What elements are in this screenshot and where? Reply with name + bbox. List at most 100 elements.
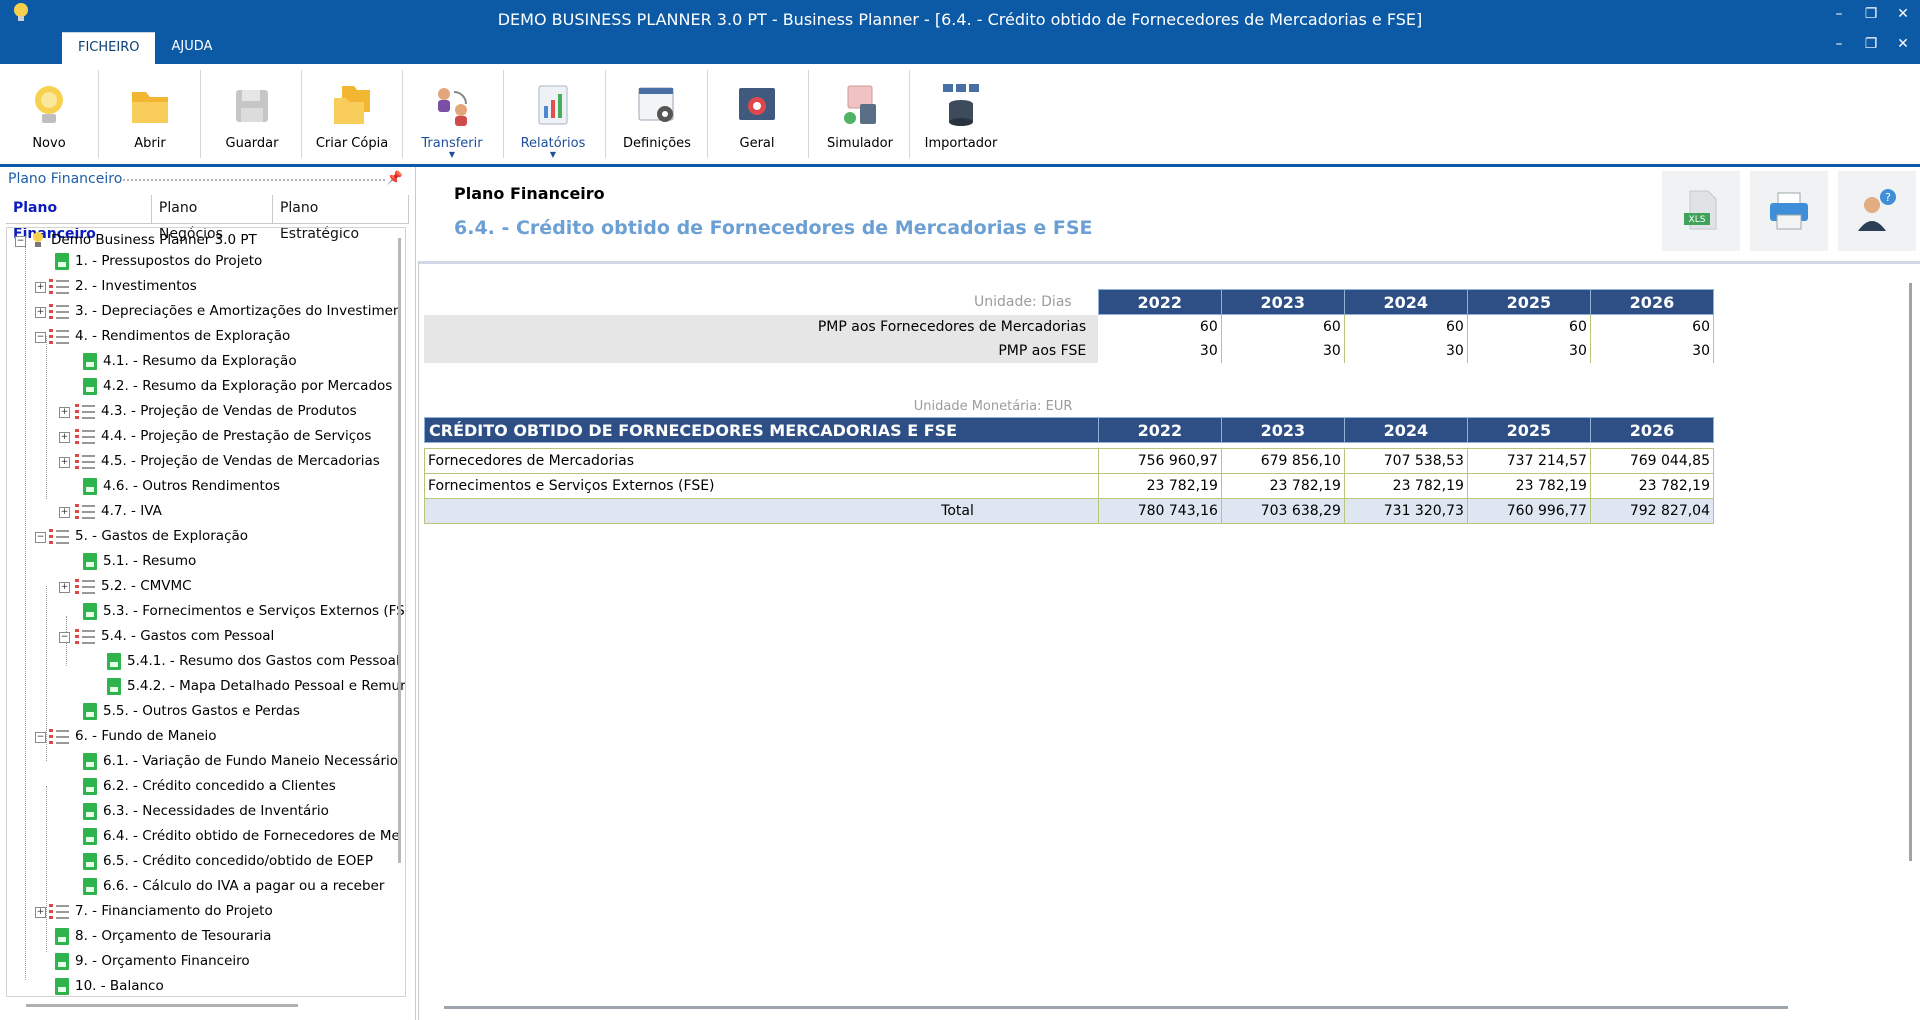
value-cell[interactable]: 737 214,57 xyxy=(1467,448,1591,474)
tree-item-4-5[interactable]: 4.5. - Projeção de Vendas de Mercadorias xyxy=(75,449,380,474)
main-horizontal-scrollbar[interactable] xyxy=(444,1006,1788,1009)
tree-item-6-4[interactable]: 6.4. - Crédito obtido de Fornecedores de… xyxy=(83,824,400,849)
row-label: PMP aos Fornecedores de Mercadorias xyxy=(424,314,1099,339)
tree-item-8[interactable]: 8. - Orçamento de Tesouraria xyxy=(55,924,271,949)
tree-item-5-5[interactable]: 5.5. - Outros Gastos e Perdas xyxy=(83,699,300,724)
value-cell[interactable]: 60 xyxy=(1221,314,1345,339)
unit-label-currency: Unidade Monetária: EUR xyxy=(913,398,1073,414)
tree-horizontal-scrollbar[interactable] xyxy=(26,1004,298,1007)
tree-item-10[interactable]: 10. - Balanco xyxy=(55,974,164,996)
tree-item-4-3[interactable]: 4.3. - Projeção de Vendas de Produtos xyxy=(75,399,357,424)
tree-collapse-toggle[interactable]: − xyxy=(35,732,46,743)
value-cell[interactable]: 30 xyxy=(1590,339,1715,363)
tab-ficheiro[interactable]: FICHEIRO xyxy=(62,32,156,65)
value-cell[interactable]: 23 782,19 xyxy=(1221,473,1345,499)
criar-copia-label: Criar Cópia xyxy=(315,136,389,151)
tab-ajuda[interactable]: AJUDA xyxy=(155,32,228,64)
transferir-label: Transferir xyxy=(421,136,483,151)
tree-expand-toggle[interactable]: + xyxy=(59,582,70,593)
table-row: PMP aos Fornecedores de Mercadorias 60 6… xyxy=(424,314,1715,339)
minimize-button[interactable]: – xyxy=(1830,6,1848,22)
tree-item-6-2[interactable]: 6.2. - Crédito concedido a Clientes xyxy=(83,774,336,799)
tree-collapse-toggle[interactable]: − xyxy=(59,632,70,643)
value-cell[interactable]: 23 782,19 xyxy=(1098,473,1222,499)
tree-item-4-6[interactable]: 4.6. - Outros Rendimentos xyxy=(83,474,280,499)
tree-expand-toggle[interactable]: + xyxy=(35,907,46,918)
print-button[interactable] xyxy=(1750,171,1828,251)
tree-item-4-1[interactable]: 4.1. - Resumo da Exploração xyxy=(83,349,297,374)
doc-minimize-button[interactable]: – xyxy=(1830,36,1848,52)
doc-restore-button[interactable]: ❐ xyxy=(1862,36,1880,52)
gear-icon xyxy=(739,88,775,120)
tree-expand-toggle[interactable]: + xyxy=(59,432,70,443)
value-cell[interactable]: 30 xyxy=(1467,339,1591,363)
tree-item-6[interactable]: 6. - Fundo de Maneio xyxy=(49,724,217,749)
tab-plano-estrategico[interactable]: Plano Estratégico xyxy=(273,195,409,242)
value-cell[interactable]: 60 xyxy=(1467,314,1591,339)
criar-copia-button[interactable]: Criar Cópia xyxy=(308,68,396,160)
tree-item-6-1[interactable]: 6.1. - Variação de Fundo Maneio Necessár… xyxy=(83,749,398,774)
value-cell[interactable]: 30 xyxy=(1098,339,1222,363)
guardar-button[interactable]: Guardar xyxy=(214,68,290,160)
tree-collapse-toggle[interactable]: − xyxy=(15,236,26,247)
document-icon xyxy=(83,777,97,795)
tree-item-5-4-2[interactable]: 5.4.2. - Mapa Detalhado Pessoal e Remur xyxy=(107,674,405,699)
value-cell[interactable]: 60 xyxy=(1590,314,1715,339)
tree-item-5-4-1[interactable]: 5.4.1. - Resumo dos Gastos com Pessoal xyxy=(107,649,400,674)
tree-item-7[interactable]: 7. - Financiamento do Projeto xyxy=(49,899,273,924)
tab-plano-negocios[interactable]: Plano Negócios xyxy=(152,195,273,242)
tree-item-4[interactable]: 4. - Rendimentos de Exploração xyxy=(49,324,290,349)
tree-item-3[interactable]: 3. - Depreciações e Amortizações do Inve… xyxy=(49,299,401,324)
tree-vertical-scrollbar[interactable] xyxy=(398,238,401,863)
definicoes-button[interactable]: Definições xyxy=(612,68,702,160)
tree-item-5-2[interactable]: 5.2. - CMVMC xyxy=(75,574,192,599)
tree-expand-toggle[interactable]: + xyxy=(59,407,70,418)
abrir-button[interactable]: Abrir xyxy=(112,68,188,160)
tree-item-6-5[interactable]: 6.5. - Crédito concedido/obtido de EOEP xyxy=(83,849,373,874)
transferir-button[interactable]: Transferir ▼ xyxy=(410,68,494,160)
pin-icon[interactable]: 📌 xyxy=(387,167,403,191)
main-vertical-scrollbar[interactable] xyxy=(1909,283,1912,861)
tab-plano-financeiro[interactable]: Plano Financeiro xyxy=(6,195,152,242)
restore-button[interactable]: ❐ xyxy=(1862,6,1880,22)
value-cell[interactable]: 756 960,97 xyxy=(1098,448,1222,474)
tree-item-1[interactable]: 1. - Pressupostos do Projeto xyxy=(55,249,262,274)
value-cell[interactable]: 60 xyxy=(1098,314,1222,339)
value-cell[interactable]: 30 xyxy=(1221,339,1345,363)
tree-item-4-4[interactable]: 4.4. - Projeção de Prestação de Serviços xyxy=(75,424,371,449)
value-cell[interactable]: 23 782,19 xyxy=(1590,473,1715,499)
doc-close-button[interactable]: ✕ xyxy=(1894,36,1912,52)
tree-expand-toggle[interactable]: + xyxy=(59,507,70,518)
tree-item-4-2[interactable]: 4.2. - Resumo da Exploração por Mercados xyxy=(83,374,392,399)
tree-expand-toggle[interactable]: + xyxy=(59,457,70,468)
value-cell[interactable]: 60 xyxy=(1344,314,1468,339)
value-cell[interactable]: 707 538,53 xyxy=(1344,448,1468,474)
document-icon xyxy=(83,602,97,620)
importador-button[interactable]: Importador xyxy=(916,68,1006,160)
tree-expand-toggle[interactable]: + xyxy=(35,307,46,318)
tree-expand-toggle[interactable]: + xyxy=(35,282,46,293)
value-cell[interactable]: 679 856,10 xyxy=(1221,448,1345,474)
simulador-button[interactable]: Simulador xyxy=(816,68,904,160)
tree-item-5[interactable]: 5. - Gastos de Exploração xyxy=(49,524,248,549)
tree-collapse-toggle[interactable]: − xyxy=(35,332,46,343)
value-cell[interactable]: 23 782,19 xyxy=(1344,473,1468,499)
tree-item-4-7[interactable]: 4.7. - IVA xyxy=(75,499,162,524)
value-cell[interactable]: 23 782,19 xyxy=(1467,473,1591,499)
novo-button[interactable]: Novo xyxy=(14,68,84,160)
value-cell[interactable]: 769 044,85 xyxy=(1590,448,1715,474)
relatorios-button[interactable]: Relatórios ▼ xyxy=(510,68,596,160)
tree-item-6-3[interactable]: 6.3. - Necessidades de Inventário xyxy=(83,799,329,824)
close-button[interactable]: ✕ xyxy=(1894,6,1912,22)
tree-item-5-1[interactable]: 5.1. - Resumo xyxy=(83,549,196,574)
help-button[interactable]: ? xyxy=(1838,171,1916,251)
tree-item-5-4[interactable]: 5.4. - Gastos com Pessoal xyxy=(75,624,274,649)
geral-button[interactable]: Geral xyxy=(714,68,800,160)
tree-item-5-3[interactable]: 5.3. - Fornecimentos e Serviços Externos… xyxy=(83,599,405,624)
tree-item-6-6[interactable]: 6.6. - Cálculo do IVA a pagar ou a receb… xyxy=(83,874,384,899)
value-cell[interactable]: 30 xyxy=(1344,339,1468,363)
tree-item-9[interactable]: 9. - Orçamento Financeiro xyxy=(55,949,250,974)
tree-collapse-toggle[interactable]: − xyxy=(35,532,46,543)
tree-item-2[interactable]: 2. - Investimentos xyxy=(49,274,197,299)
export-xls-button[interactable]: XLS xyxy=(1662,171,1740,251)
